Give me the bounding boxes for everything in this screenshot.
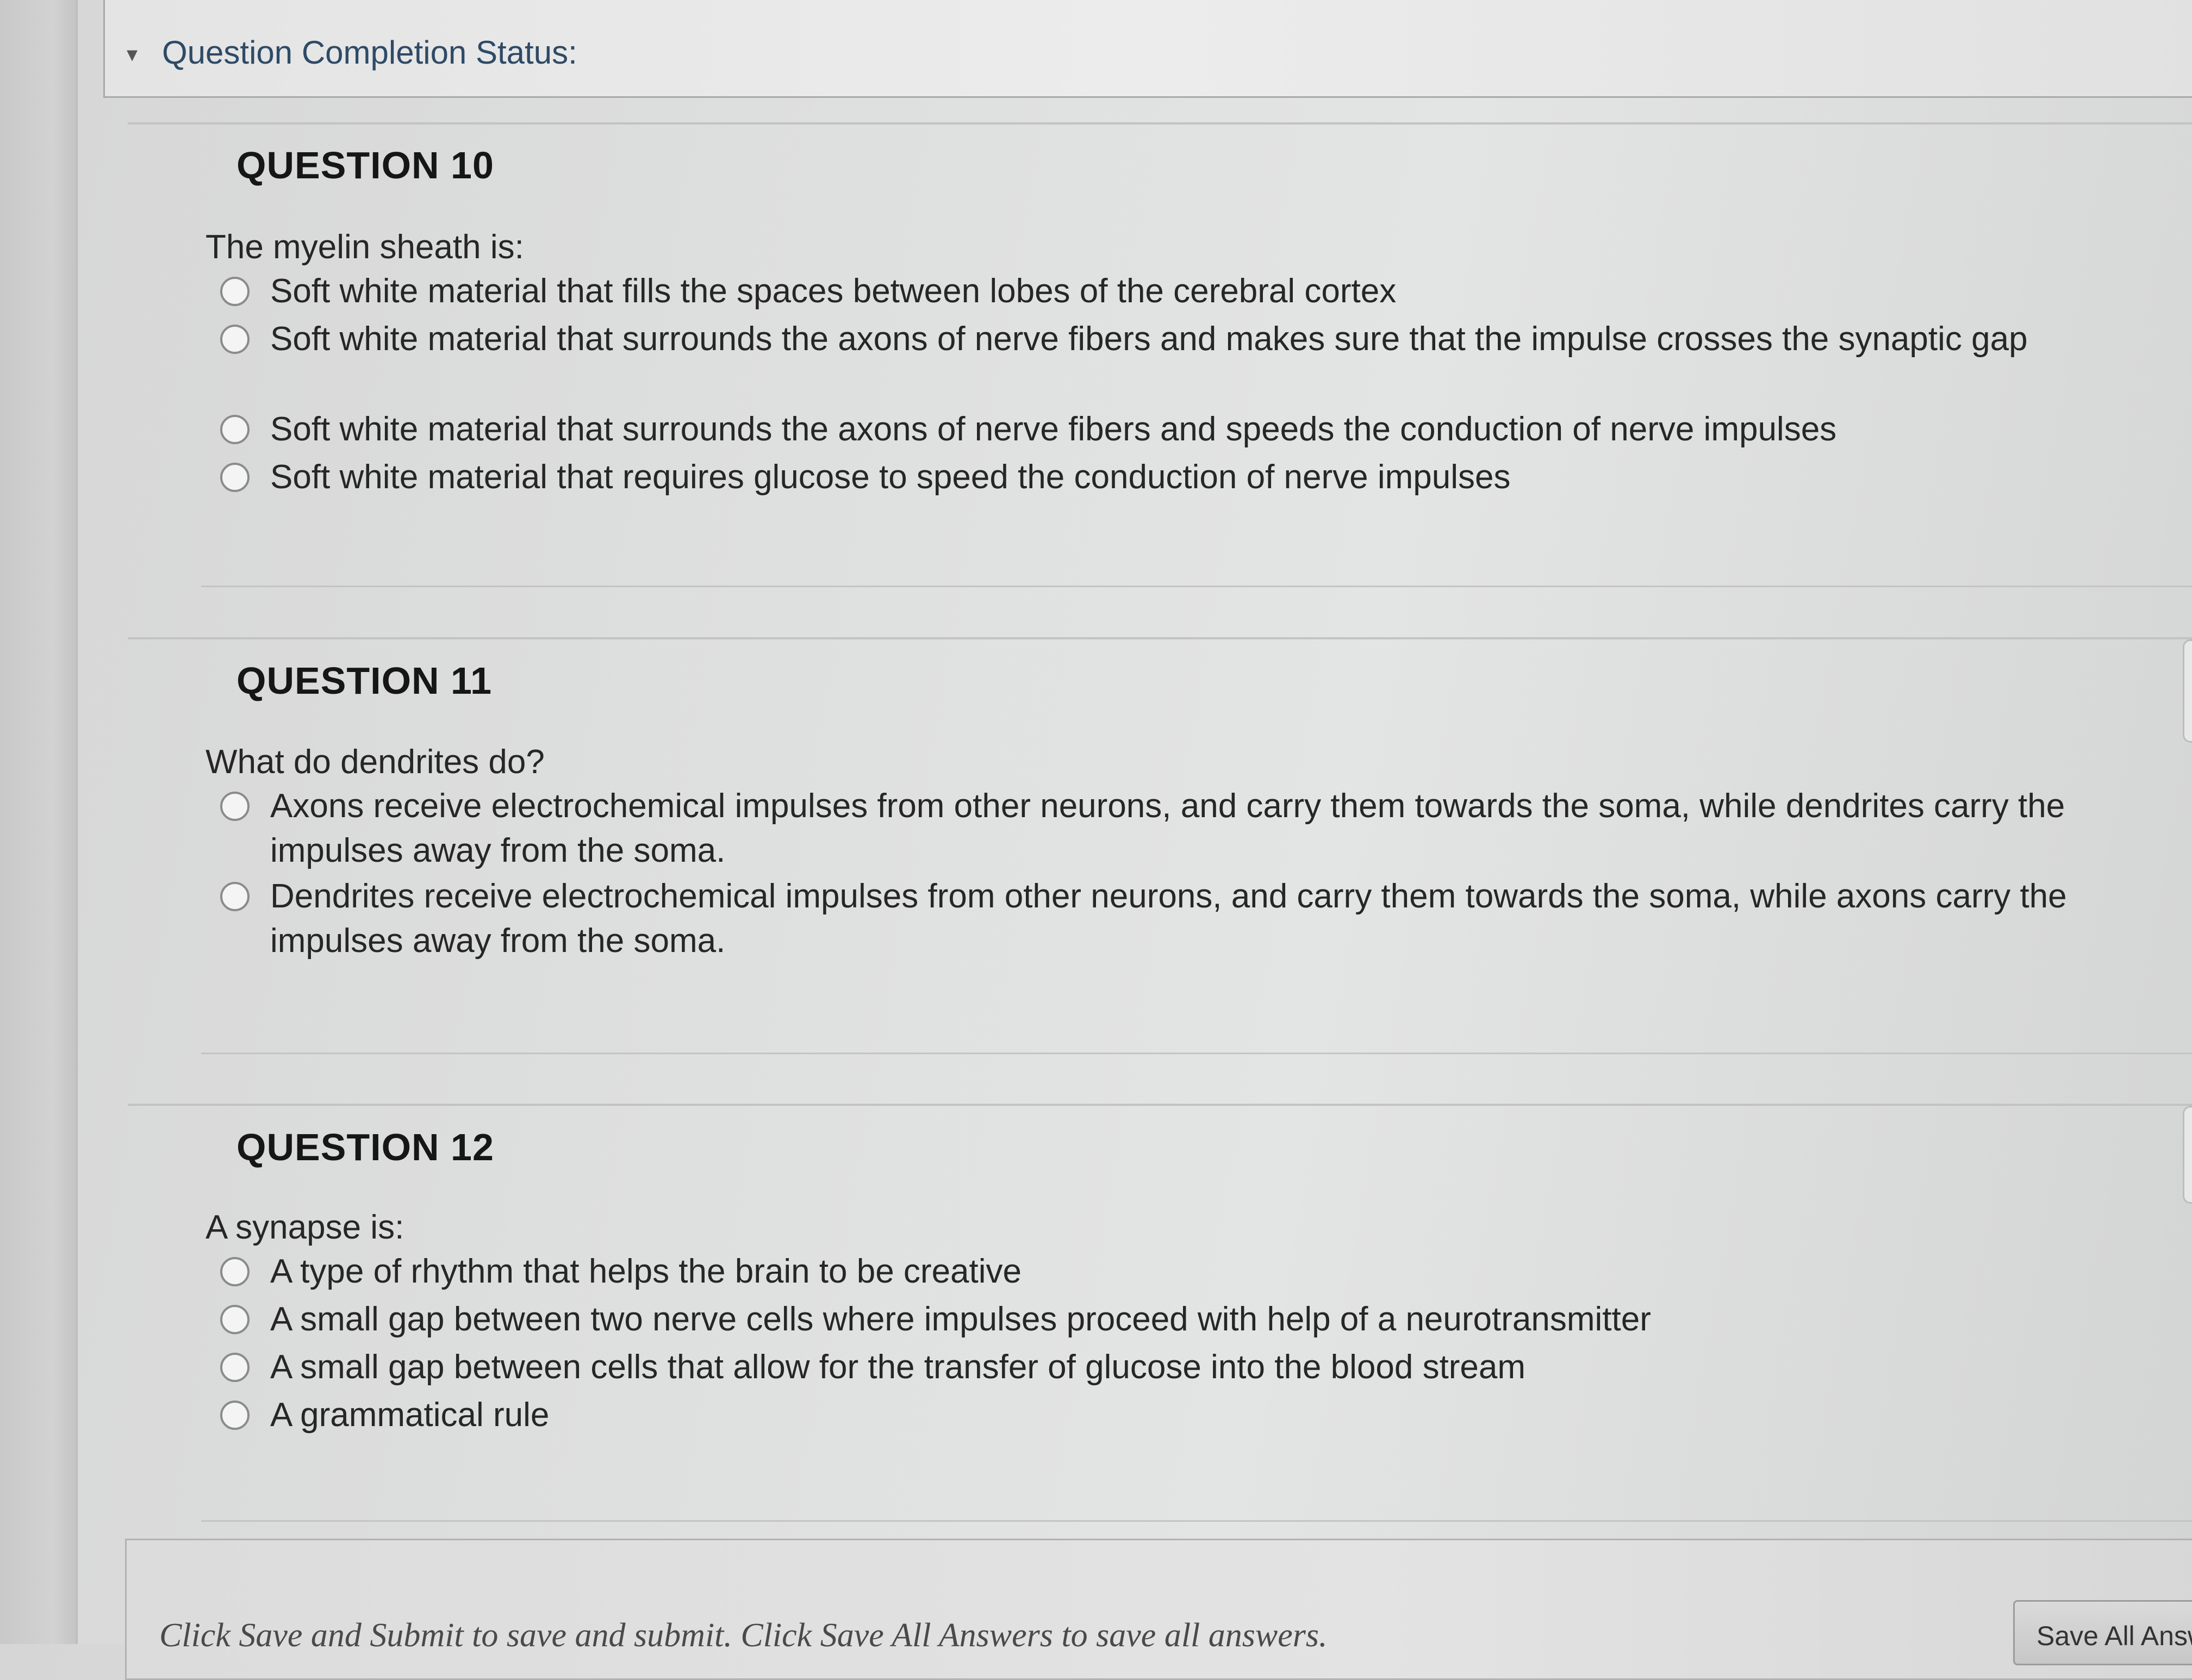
- question-block-10: QUESTION 10 The myelin sheath is: Soft w…: [128, 122, 2192, 590]
- answer-option[interactable]: Soft white material that surrounds the a…: [220, 317, 2188, 362]
- points-indicator: 0: [2183, 639, 2192, 743]
- question-prompt: A synapse is:: [205, 1209, 404, 1246]
- double-chevron-down-icon[interactable]: ▾: [127, 43, 138, 65]
- answer-option[interactable]: Axons receive electrochemical impulses f…: [220, 784, 2177, 873]
- answer-option[interactable]: Soft white material that fills the space…: [220, 269, 2177, 314]
- answer-option-label: Soft white material that requires glucos…: [270, 458, 1511, 496]
- answer-option-label: Axons receive electrochemical impulses f…: [270, 787, 2065, 869]
- question-block-12: QUESTION 12 A synapse is: A type of rhyt…: [128, 1104, 2192, 1528]
- answer-option-label: A type of rhythm that helps the brain to…: [270, 1253, 1022, 1290]
- footer-instructions: Click Save and Submit to save and submit…: [159, 1617, 1328, 1654]
- answer-option-label: A small gap between two nerve cells wher…: [270, 1301, 1651, 1338]
- answer-option[interactable]: A grammatical rule: [220, 1393, 2177, 1438]
- answer-option[interactable]: A small gap between two nerve cells wher…: [220, 1297, 2177, 1342]
- question-title: QUESTION 12: [236, 1126, 494, 1168]
- answer-option-label: Soft white material that fills the space…: [270, 272, 1397, 310]
- radio-button[interactable]: [220, 1305, 250, 1334]
- answer-option-label: Soft white material that surrounds the a…: [270, 410, 1837, 448]
- radio-button[interactable]: [220, 1257, 250, 1286]
- answer-option-label: A grammatical rule: [270, 1396, 550, 1434]
- question-title: QUESTION 10: [236, 144, 494, 186]
- answer-option[interactable]: Soft white material that surrounds the a…: [220, 407, 2177, 452]
- answer-option-label: A small gap between cells that allow for…: [270, 1348, 1526, 1386]
- question-prompt: The myelin sheath is:: [205, 228, 524, 266]
- left-gutter: [0, 0, 78, 1644]
- question-block-11: QUESTION 11 0 What do dendrites do? Axon…: [128, 637, 2192, 1094]
- completion-status-label: Question Completion Status:: [162, 34, 577, 71]
- question-title: QUESTION 11: [236, 659, 493, 702]
- question-divider: [201, 1053, 2192, 1054]
- answer-option-label: Soft white material that surrounds the a…: [270, 320, 2028, 358]
- radio-button[interactable]: [220, 1353, 250, 1382]
- question-completion-status-bar[interactable]: ▾ Question Completion Status:: [103, 0, 2192, 98]
- save-all-answers-button[interactable]: Save All Answers: [2013, 1600, 2192, 1665]
- answer-option[interactable]: Dendrites receive electrochemical impuls…: [220, 874, 2177, 963]
- radio-button[interactable]: [220, 792, 250, 821]
- answer-option-label: Dendrites receive electrochemical impuls…: [270, 878, 2067, 960]
- answer-option[interactable]: A small gap between cells that allow for…: [220, 1345, 2177, 1390]
- points-indicator: [2183, 1106, 2192, 1204]
- question-divider: [201, 1520, 2192, 1522]
- radio-button[interactable]: [220, 1401, 250, 1430]
- question-divider: [201, 586, 2192, 587]
- question-prompt: What do dendrites do?: [205, 743, 545, 781]
- answer-option[interactable]: A type of rhythm that helps the brain to…: [220, 1249, 2177, 1294]
- radio-button[interactable]: [220, 463, 250, 492]
- radio-button[interactable]: [220, 415, 250, 444]
- radio-button[interactable]: [220, 325, 250, 354]
- answer-option[interactable]: Soft white material that requires glucos…: [220, 455, 2177, 500]
- radio-button[interactable]: [220, 277, 250, 306]
- submission-footer: Click Save and Submit to save and submit…: [125, 1539, 2192, 1680]
- radio-button[interactable]: [220, 882, 250, 911]
